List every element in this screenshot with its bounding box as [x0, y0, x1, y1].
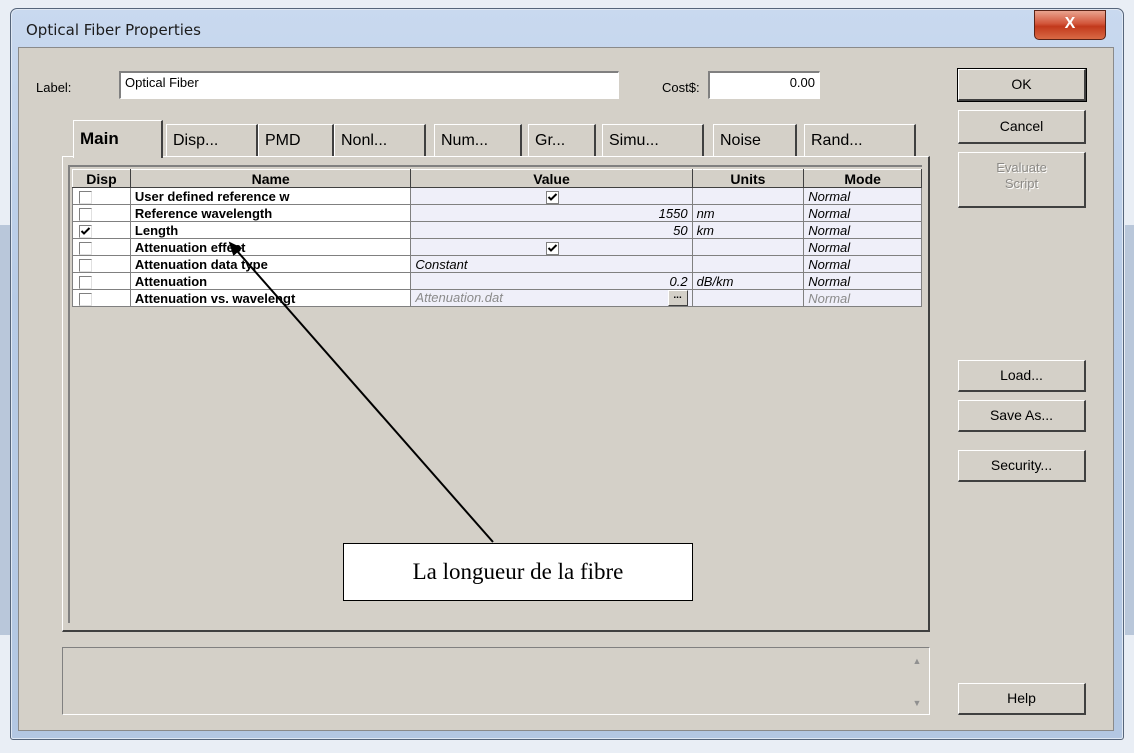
- scroll-up-icon[interactable]: ▲: [910, 656, 924, 670]
- annotation-arrow: [228, 241, 494, 543]
- description-box: [62, 647, 930, 715]
- annotation-callout: La longueur de la fibre: [343, 543, 693, 601]
- scroll-down-icon[interactable]: ▼: [910, 698, 924, 712]
- tab-main[interactable]: Main: [73, 120, 163, 158]
